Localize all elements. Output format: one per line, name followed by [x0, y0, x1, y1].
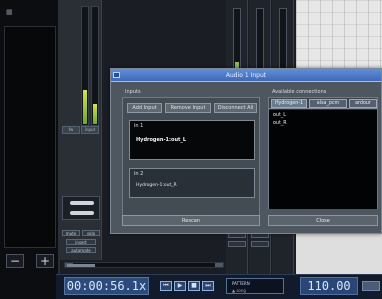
- fader-control[interactable]: [62, 196, 100, 220]
- left-panel: ▦ − +: [0, 0, 60, 299]
- mixer-label: fw: [62, 126, 80, 134]
- automate-button[interactable]: automate: [66, 247, 96, 253]
- mixer-label-row: fw input: [62, 126, 99, 134]
- insert-button[interactable]: insert: [66, 239, 96, 245]
- tab-alsa-pcm[interactable]: alsa_pcm: [309, 99, 347, 108]
- mixer-label: input: [81, 126, 99, 134]
- port-list: out_L out_R: [269, 110, 377, 209]
- disconnect-all-button[interactable]: Disconnect All: [214, 103, 257, 113]
- rescan-button[interactable]: Rescan: [122, 215, 260, 226]
- tempo-display: 110.00: [300, 277, 358, 295]
- tab-hydrogen-1[interactable]: Hydrogen-1: [271, 99, 307, 108]
- fader-knob[interactable]: [70, 201, 94, 205]
- input-slot-value: Hydrogen-1:out_L: [136, 137, 187, 143]
- tracks-icon: ▦: [6, 8, 13, 16]
- remove-input-button[interactable]: Remove Input: [165, 103, 211, 113]
- solo-button[interactable]: solo: [82, 230, 100, 236]
- mixer-strip: fw input mute solo insert automate: [60, 0, 102, 260]
- available-connections-panel: Hydrogen-1 alsa_pcm ardour out_L out_R: [268, 97, 378, 209]
- rack-small-button[interactable]: [251, 241, 269, 247]
- inputs-section-label: Inputs: [125, 89, 141, 95]
- add-track-button[interactable]: +: [36, 254, 54, 268]
- stop-button[interactable]: ■: [188, 281, 200, 291]
- rewind-button[interactable]: ⏮: [160, 281, 172, 291]
- close-button[interactable]: Close: [268, 215, 378, 226]
- mixer-mini-controls: mute solo insert automate: [62, 230, 100, 260]
- input-slot-label: in 2: [134, 171, 144, 177]
- available-connections-label: Available connections: [272, 89, 327, 95]
- time-display: 00:00:56.1x: [64, 277, 149, 295]
- tab-ardour[interactable]: ardour: [349, 99, 377, 108]
- transport-extra-button[interactable]: [362, 281, 380, 291]
- port-item[interactable]: out_L: [273, 113, 286, 118]
- fader-knob[interactable]: [70, 211, 94, 215]
- level-meter-fill-left: [83, 90, 87, 124]
- input-slot-2[interactable]: in 2 Hydrogen-1:out_R: [129, 168, 255, 198]
- pattern-mode-box[interactable]: PATTERN ▲ song: [226, 278, 284, 294]
- input-slot-value: Hydrogen-1:out_R: [136, 183, 177, 188]
- song-label: ▲ song: [232, 288, 246, 293]
- horizontal-scrollbar[interactable]: [64, 262, 224, 268]
- input-slot-1[interactable]: in 1 Hydrogen-1:out_L: [129, 120, 255, 160]
- level-meter-right: [91, 6, 99, 126]
- scroll-thumb[interactable]: [67, 264, 95, 267]
- input-slot-label: in 1: [134, 123, 144, 129]
- play-button[interactable]: ▶: [174, 281, 186, 291]
- scroll-right-arrow[interactable]: [215, 263, 223, 267]
- inputs-panel: Add Input Remove Input Disconnect All in…: [122, 97, 260, 225]
- add-input-button[interactable]: Add Input: [127, 103, 162, 113]
- level-meter-left: [81, 6, 89, 126]
- level-meter-fill-right: [93, 104, 97, 124]
- pattern-label: PATTERN: [232, 281, 250, 286]
- transport-bar: 00:00:56.1x ⏮ ▶ ■ ⏭ PATTERN ▲ song 110.0…: [56, 274, 382, 299]
- track-list: [4, 26, 56, 248]
- remove-track-button[interactable]: −: [6, 254, 24, 268]
- available-tabs: Hydrogen-1 alsa_pcm ardour: [269, 98, 377, 109]
- port-item[interactable]: out_R: [273, 121, 287, 126]
- rack-small-button[interactable]: [228, 241, 246, 247]
- mute-button[interactable]: mute: [62, 230, 80, 236]
- fast-forward-button[interactable]: ⏭: [202, 281, 214, 291]
- input-actions: Add Input Remove Input Disconnect All: [127, 103, 257, 113]
- audio-input-dialog: Audio 1 Input Inputs Available connectio…: [110, 68, 382, 234]
- dialog-title: Audio 1 Input: [225, 72, 267, 79]
- dialog-titlebar: Audio 1 Input: [111, 69, 381, 82]
- dialog-close-icon[interactable]: [113, 72, 120, 78]
